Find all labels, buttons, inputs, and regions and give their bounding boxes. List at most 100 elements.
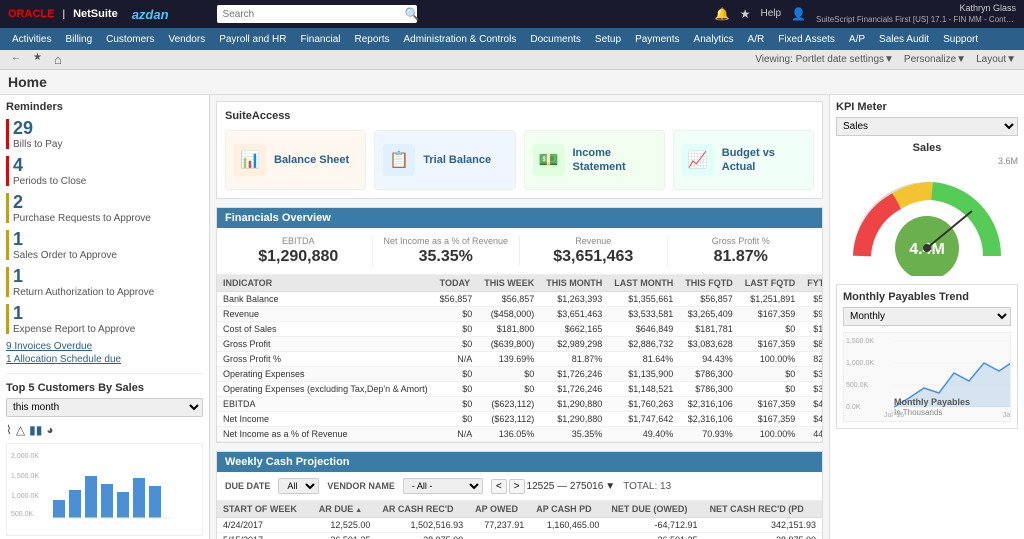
table-cell: 4/24/2017 bbox=[217, 518, 313, 533]
reminder-sales-order[interactable]: 1 Sales Order to Approve bbox=[6, 230, 203, 261]
svg-text:500.0K: 500.0K bbox=[846, 382, 869, 389]
table-row: EBITDA$0($623,112)$1,290,880$1,760,263$2… bbox=[217, 397, 822, 412]
nav-payments[interactable]: Payments bbox=[629, 28, 685, 50]
table-cell: 100.00% bbox=[739, 427, 802, 442]
suite-card-budget-actual[interactable]: 📈 Budget vs Actual bbox=[673, 130, 814, 190]
notifications-icon[interactable]: 🔔 bbox=[715, 7, 730, 21]
search-icon[interactable]: 🔍 bbox=[405, 7, 420, 21]
reminder-periods[interactable]: 4 Periods to Close bbox=[6, 156, 203, 187]
table-cell: 44.1 bbox=[801, 427, 822, 442]
table-cell: $1,290,880 bbox=[540, 397, 608, 412]
reminder-count-expense: 1 bbox=[13, 304, 135, 322]
table-cell: $0 bbox=[478, 367, 540, 382]
range-dropdown[interactable]: ▼ bbox=[605, 481, 615, 492]
reminder-bar-bills bbox=[6, 119, 9, 149]
search-input[interactable] bbox=[217, 5, 417, 23]
fin-col-indicator: INDICATOR bbox=[217, 275, 434, 292]
wcol-ap-owed: AP OWED bbox=[469, 501, 530, 518]
personalize-label[interactable]: Personalize▼ bbox=[904, 54, 966, 65]
suite-card-trial-balance[interactable]: 📋 Trial Balance bbox=[374, 130, 515, 190]
table-cell: $2,886,732 bbox=[608, 337, 679, 352]
right-panel: KPI Meter Sales Sales 3.6M 4.4M bbox=[829, 95, 1024, 539]
table-cell: $1,290,880 bbox=[540, 412, 608, 427]
nav-ar[interactable]: A/R bbox=[742, 28, 771, 50]
table-cell: $3,8 bbox=[801, 367, 822, 382]
pie-chart-icon[interactable]: ◕ bbox=[46, 423, 53, 437]
nav-billing[interactable]: Billing bbox=[59, 28, 98, 50]
monthly-period-select[interactable]: Monthly bbox=[843, 307, 1011, 326]
vendor-name-select[interactable]: - All - bbox=[403, 478, 483, 494]
table-cell: 100.00% bbox=[739, 352, 802, 367]
suite-access-box: SuiteAccess 📊 Balance Sheet 📋 Trial Bala… bbox=[216, 101, 823, 199]
layout-label[interactable]: Layout▼ bbox=[976, 54, 1016, 65]
viewing-label[interactable]: Viewing: Portlet date settings▼ bbox=[755, 54, 894, 65]
table-cell: 38,975.00 bbox=[704, 533, 822, 539]
table-cell: 36,501.25 bbox=[605, 533, 703, 539]
nav-analytics[interactable]: Analytics bbox=[688, 28, 740, 50]
metric-revenue: Revenue $3,651,463 bbox=[520, 236, 668, 266]
due-date-select[interactable]: All bbox=[278, 478, 319, 494]
table-cell: 38,975.00 bbox=[376, 533, 469, 539]
table-cell: $1,251,891 bbox=[739, 292, 802, 307]
nav-activities[interactable]: Activities bbox=[6, 28, 57, 50]
top5-month-select[interactable]: this month bbox=[6, 398, 203, 417]
table-row: Gross Profit$0($639,800)$2,989,298$2,886… bbox=[217, 337, 822, 352]
suite-card-balance-sheet[interactable]: 📊 Balance Sheet bbox=[225, 130, 366, 190]
table-cell: $56,857 bbox=[679, 292, 739, 307]
reminder-count-purchase: 2 bbox=[13, 193, 151, 211]
reminder-return-auth[interactable]: 1 Return Authorization to Approve bbox=[6, 267, 203, 298]
wcol-start-week: START OF WEEK bbox=[217, 501, 313, 518]
nav-payroll[interactable]: Payroll and HR bbox=[213, 28, 292, 50]
nav-support[interactable]: Support bbox=[937, 28, 984, 50]
suite-card-income-statement[interactable]: 💵 Income Statement bbox=[524, 130, 665, 190]
nav-customers[interactable]: Customers bbox=[100, 28, 160, 50]
table-cell: $0 bbox=[434, 412, 479, 427]
monthly-payables-title: Monthly Payables Trend bbox=[843, 291, 1011, 303]
reminder-purchase[interactable]: 2 Purchase Requests to Approve bbox=[6, 193, 203, 224]
star-icon[interactable]: ★ bbox=[740, 7, 751, 21]
reminder-label-expense: Expense Report to Approve bbox=[13, 324, 135, 335]
table-cell: $0 bbox=[434, 382, 479, 397]
gauge-container: Sales 3.6M 4.4M bbox=[836, 142, 1018, 276]
top-bar: ORACLE | NetSuite azdan 🔍 🔔 ★ Help 👤 Kat… bbox=[0, 0, 1024, 28]
monthly-payables-box: Monthly Payables Trend Monthly 1,500.0K … bbox=[836, 284, 1018, 429]
help-label[interactable]: Help bbox=[760, 8, 781, 19]
reminder-expense[interactable]: 1 Expense Report to Approve bbox=[6, 304, 203, 335]
next-button[interactable]: > bbox=[509, 479, 525, 494]
nav-setup[interactable]: Setup bbox=[589, 28, 627, 50]
nav-reports[interactable]: Reports bbox=[349, 28, 396, 50]
kpi-select[interactable]: Sales bbox=[836, 117, 1018, 136]
nav-vendors[interactable]: Vendors bbox=[163, 28, 212, 50]
prev-button[interactable]: < bbox=[491, 479, 507, 494]
favorites-button[interactable]: ★ bbox=[30, 52, 45, 67]
nav-admin[interactable]: Administration & Controls bbox=[398, 28, 523, 50]
financials-header: Financials Overview bbox=[217, 208, 822, 228]
table-cell: Gross Profit % bbox=[217, 352, 434, 367]
wcol-ar-due[interactable]: AR DUE bbox=[313, 501, 377, 518]
table-cell: $167,359 bbox=[739, 337, 802, 352]
invoices-overdue-link[interactable]: 9 Invoices Overdue bbox=[6, 341, 203, 352]
allocation-due-link[interactable]: 1 Allocation Schedule due bbox=[6, 354, 203, 365]
bar-chart-icon[interactable]: ▮▮ bbox=[29, 423, 42, 437]
nav-ap[interactable]: A/P bbox=[843, 28, 871, 50]
table-cell: Net Income as a % of Revenue bbox=[217, 427, 434, 442]
home-button[interactable]: ⌂ bbox=[51, 52, 65, 67]
table-cell: $1,726,246 bbox=[540, 382, 608, 397]
reminder-bills[interactable]: 29 Bills to Pay bbox=[6, 119, 203, 150]
area-chart-icon[interactable]: △ bbox=[16, 423, 25, 437]
reminder-label-periods: Periods to Close bbox=[13, 176, 86, 187]
table-cell: $1,355,661 bbox=[608, 292, 679, 307]
fin-col-today: TODAY bbox=[434, 275, 479, 292]
table-cell: $1,263,393 bbox=[540, 292, 608, 307]
budget-actual-icon: 📈 bbox=[682, 144, 714, 176]
nav-documents[interactable]: Documents bbox=[524, 28, 587, 50]
line-chart-icon[interactable]: ⌇ bbox=[6, 423, 12, 437]
back-button[interactable]: ← bbox=[8, 52, 24, 67]
nav-fixed-assets[interactable]: Fixed Assets bbox=[772, 28, 841, 50]
azdan-logo: azdan bbox=[132, 7, 169, 22]
nav-sales-audit[interactable]: Sales Audit bbox=[873, 28, 935, 50]
table-cell: $3,8 bbox=[801, 382, 822, 397]
income-statement-icon: 💵 bbox=[533, 144, 565, 176]
nav-financial[interactable]: Financial bbox=[294, 28, 346, 50]
top-right: 🔔 ★ Help 👤 Kathryn Glass SuiteScript Fin… bbox=[715, 3, 1016, 25]
